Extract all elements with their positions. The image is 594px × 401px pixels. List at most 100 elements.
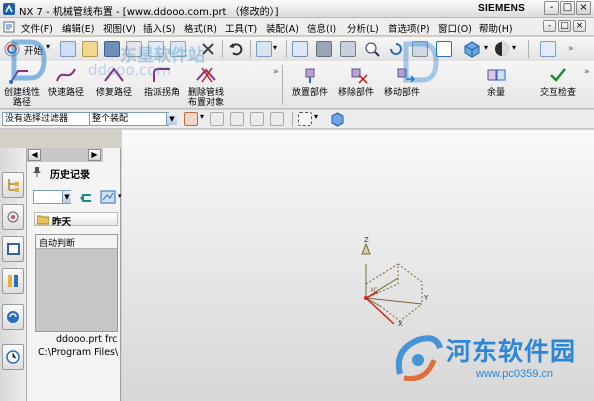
place-part-icon[interactable] [300, 65, 324, 85]
delete-icon[interactable] [200, 41, 216, 57]
palette-dropdown-icon[interactable]: ▾ [118, 192, 122, 200]
close-button[interactable]: × [576, 1, 591, 15]
menu-insert[interactable]: 插入(S) [143, 21, 175, 35]
menu-view[interactable]: 视图(V) [103, 21, 136, 35]
menu-preferences[interactable]: 首选项(P) [388, 21, 430, 35]
title-bar[interactable]: NX 7 - 机械管线布置 - [www.ddooo.com.prt （修改的）… [0, 0, 594, 18]
menu-file[interactable]: 文件(F) [21, 21, 53, 35]
select-body-icon[interactable] [270, 112, 284, 126]
render-style-icon[interactable] [494, 41, 510, 57]
menu-format[interactable]: 格式(R) [184, 21, 217, 35]
menu-edit[interactable]: 编辑(E) [62, 21, 94, 35]
start-button[interactable]: 开始 [24, 43, 43, 57]
tab-scroll-right-button[interactable]: ▶ [88, 149, 101, 161]
assembly-toolbar-options[interactable]: » [584, 67, 590, 77]
3d-cube-icon[interactable] [330, 112, 345, 127]
minimize-button[interactable]: - [544, 1, 559, 15]
start-dropdown-icon[interactable]: ▾ [46, 42, 50, 51]
zoom-icon[interactable] [316, 41, 332, 57]
new-icon[interactable] [60, 41, 76, 57]
history-group-label: 昨天 [52, 217, 72, 228]
assign-corner-button[interactable]: 指派拐角 [140, 88, 184, 98]
perspective-icon[interactable] [412, 41, 428, 57]
clearance-icon[interactable] [484, 65, 508, 85]
history-group-header[interactable]: 昨天 [34, 212, 118, 228]
print-icon[interactable] [126, 41, 142, 57]
back-arrow-icon[interactable] [78, 190, 94, 206]
rotate-icon[interactable] [388, 41, 404, 57]
constraint-navigator-tab[interactable] [2, 204, 24, 230]
snap-point-icon[interactable] [184, 112, 198, 126]
selection-scope-dropdown-icon[interactable]: ▼ [166, 113, 177, 125]
snap-dropdown-icon[interactable]: ▾ [200, 112, 204, 121]
repair-path-button[interactable]: 修复路径 [92, 88, 136, 98]
menu-assembly[interactable]: 装配(A) [266, 21, 299, 35]
copy-icon[interactable] [170, 41, 186, 57]
reuse-library-tab[interactable] [2, 268, 24, 294]
delete-routing-button[interactable]: 删除管线布置对象 [186, 88, 226, 108]
menu-information[interactable]: 信息(I) [307, 21, 336, 35]
save-icon[interactable] [104, 41, 120, 57]
undo-icon[interactable] [228, 41, 244, 57]
menu-help[interactable]: 帮助(H) [479, 21, 513, 35]
maximize-button[interactable]: □ [560, 1, 575, 15]
history-tab[interactable] [2, 344, 24, 370]
tools-dropdown-icon[interactable]: ▾ [273, 43, 277, 52]
internet-explorer-tab[interactable] [2, 304, 24, 330]
quick-path-button[interactable]: 快速路径 [44, 88, 88, 98]
assembly-navigator-tab[interactable] [2, 172, 24, 198]
view-dropdown-icon[interactable]: ▾ [484, 43, 488, 52]
render-dropdown-icon[interactable]: ▾ [512, 43, 516, 52]
fit-view-icon[interactable] [292, 41, 308, 57]
select-edge-icon[interactable] [250, 112, 264, 126]
selection-scope-select[interactable]: 整个装配 [89, 112, 169, 126]
zoom-in-icon[interactable] [364, 41, 380, 57]
doc-close-button[interactable]: × [573, 20, 586, 32]
clearance-button[interactable]: 余量 [474, 88, 518, 98]
toolbar-separator [292, 112, 293, 127]
tab-scroll-left-button[interactable]: ◀ [28, 149, 41, 161]
shaded-view-icon[interactable] [462, 40, 482, 58]
rectangle-select-icon[interactable] [298, 112, 312, 126]
wireframe-icon[interactable] [436, 41, 452, 57]
history-item-row[interactable]: 自动判断 [36, 235, 117, 249]
linear-path-button[interactable]: 创建线性路径 [2, 88, 42, 108]
part-navigator-tab[interactable] [2, 236, 24, 262]
remove-part-icon[interactable] [346, 65, 370, 85]
linear-path-icon[interactable] [8, 65, 32, 85]
menu-window[interactable]: 窗口(O) [438, 21, 472, 35]
remove-part-button[interactable]: 移除部件 [334, 88, 378, 98]
place-part-button[interactable]: 放置部件 [288, 88, 332, 98]
routing-toolbar-options[interactable]: » [273, 67, 279, 77]
pan-icon[interactable] [340, 41, 356, 57]
menu-tools[interactable]: 工具(T) [225, 21, 257, 35]
select-face-icon[interactable] [230, 112, 244, 126]
select-feature-icon[interactable] [210, 112, 224, 126]
quick-path-icon[interactable] [54, 65, 78, 85]
history-thumbnail[interactable]: 自动判断 [35, 234, 118, 332]
select-tools-icon[interactable] [256, 41, 272, 57]
interference-check-button[interactable]: 交互检查 [532, 88, 584, 98]
open-icon[interactable] [82, 41, 98, 57]
doc-restore-button[interactable]: □ [558, 20, 571, 32]
assign-corner-icon[interactable] [150, 65, 174, 85]
pin-icon[interactable] [32, 166, 42, 178]
repair-path-icon[interactable] [102, 65, 126, 85]
palette-icon[interactable] [100, 189, 118, 205]
assembly-navigator-icon[interactable] [540, 41, 556, 57]
cut-icon[interactable] [148, 41, 164, 57]
history-filter-dropdown-icon[interactable]: ▼ [62, 191, 71, 203]
move-part-button[interactable]: 移动部件 [380, 88, 424, 98]
toolbar-options-icon[interactable]: » [568, 44, 574, 54]
delete-routing-icon[interactable] [194, 65, 218, 85]
type-filter-select[interactable]: 没有选择过滤器 [2, 112, 94, 126]
document-icon[interactable] [3, 21, 15, 33]
standard-toolbar: 开始 ▾ ▾ ▾ ▾ » [0, 37, 594, 61]
axis-label-z: Z [364, 236, 369, 244]
history-file-name[interactable]: ddooo.prt frc [56, 334, 118, 345]
select-mode-dropdown-icon[interactable]: ▾ [314, 112, 318, 121]
menu-analysis[interactable]: 分析(L) [347, 21, 379, 35]
move-part-icon[interactable] [392, 65, 416, 85]
doc-minimize-button[interactable]: - [543, 20, 556, 32]
interference-check-icon[interactable] [546, 65, 570, 85]
